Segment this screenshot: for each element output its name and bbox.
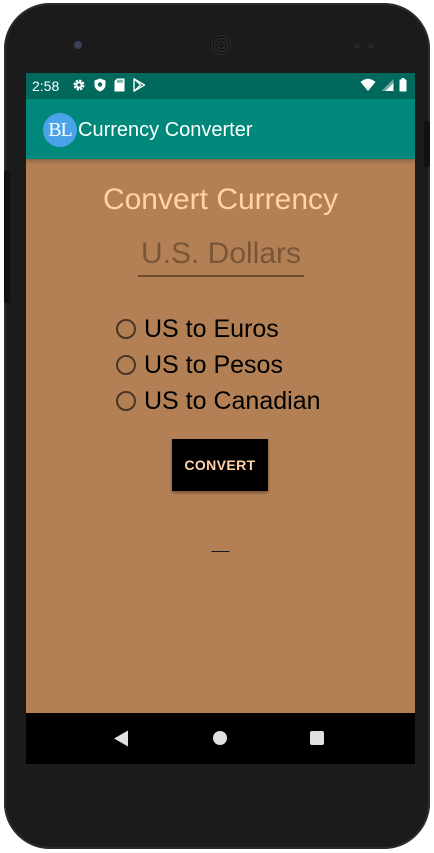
app-title: Currency Converter bbox=[78, 119, 253, 141]
status-notification-icons bbox=[72, 78, 145, 92]
conversion-result: __ bbox=[211, 536, 230, 553]
status-system-icons bbox=[360, 78, 407, 92]
radio-option-pesos[interactable]: US to Pesos bbox=[116, 347, 321, 383]
sd-card-icon bbox=[114, 78, 125, 92]
shield-icon bbox=[94, 78, 106, 92]
app-bar: BL Currency Converter bbox=[26, 99, 415, 159]
cell-signal-icon bbox=[381, 78, 394, 92]
recents-icon[interactable] bbox=[310, 731, 324, 745]
back-icon[interactable] bbox=[113, 730, 129, 752]
radio-option-label: US to Canadian bbox=[144, 387, 321, 415]
radio-button-circle[interactable] bbox=[116, 319, 136, 339]
navigation-bar bbox=[26, 713, 415, 764]
radio-button-circle[interactable] bbox=[116, 355, 136, 375]
app-logo: BL bbox=[43, 113, 77, 147]
radio-option-label: US to Pesos bbox=[144, 351, 283, 379]
play-store-icon bbox=[133, 78, 145, 92]
light-sensor bbox=[368, 43, 374, 49]
radio-option-label: US to Euros bbox=[144, 315, 279, 343]
radio-option-canadian[interactable]: US to Canadian bbox=[116, 383, 321, 419]
dollar-amount-input[interactable] bbox=[138, 233, 304, 277]
status-bar: 2:58 bbox=[26, 73, 415, 99]
radio-option-euros[interactable]: US to Euros bbox=[116, 311, 321, 347]
proximity-sensor bbox=[354, 43, 360, 49]
radio-button-circle[interactable] bbox=[116, 391, 136, 411]
convert-button[interactable]: CONVERT bbox=[172, 439, 268, 491]
battery-icon bbox=[399, 78, 407, 92]
phone-device-frame: 2:58 BL Currency Converter Convert Curre… bbox=[4, 3, 430, 849]
status-time: 2:58 bbox=[32, 78, 60, 94]
app-screen: 2:58 BL Currency Converter Convert Curre… bbox=[26, 73, 415, 764]
wifi-icon bbox=[360, 78, 376, 92]
conversion-radio-group: US to Euros US to Pesos US to Canadian bbox=[116, 311, 321, 419]
power-button bbox=[424, 121, 430, 167]
earpiece-speaker bbox=[210, 34, 232, 56]
gear-icon bbox=[72, 78, 86, 92]
page-heading: Convert Currency bbox=[102, 183, 339, 216]
volume-button bbox=[4, 171, 10, 303]
home-icon[interactable] bbox=[213, 731, 227, 745]
front-camera-icon bbox=[74, 41, 82, 49]
